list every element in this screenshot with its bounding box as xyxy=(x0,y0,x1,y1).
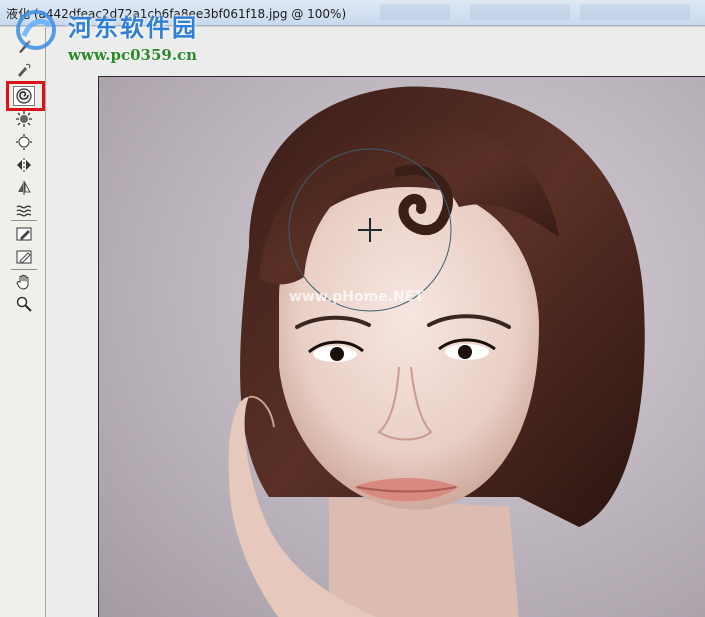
pucker-icon xyxy=(16,111,32,127)
watermark-brand: 河东软件园 xyxy=(68,13,198,42)
turbulence-icon xyxy=(16,205,32,217)
bloat-icon xyxy=(16,134,32,150)
toolbar-separator xyxy=(11,220,37,221)
watermark-url: www.pc0359.cn xyxy=(68,46,198,64)
thaw-mask-icon xyxy=(16,250,32,264)
zoom-icon xyxy=(16,296,32,312)
twirl-clockwise-tool[interactable] xyxy=(13,86,35,106)
thaw-mask-tool[interactable] xyxy=(13,247,35,267)
ghost-tab-1 xyxy=(380,4,450,20)
freeze-mask-tool[interactable] xyxy=(13,224,35,244)
pucker-tool[interactable] xyxy=(13,109,35,129)
bloat-tool[interactable] xyxy=(13,132,35,152)
freeze-mask-icon xyxy=(16,227,32,241)
push-left-tool[interactable] xyxy=(13,155,35,175)
ghost-tab-3 xyxy=(580,4,690,20)
photo-watermark: www.pHome.NET xyxy=(289,289,424,305)
zoom-tool[interactable] xyxy=(13,294,35,314)
mirror-icon xyxy=(18,181,31,195)
twirl-icon xyxy=(16,88,32,104)
site-logo-icon xyxy=(16,10,56,50)
toolbar-separator xyxy=(11,269,37,270)
push-left-icon xyxy=(17,158,31,172)
site-watermark: 河东软件园 www.pc0359.cn xyxy=(8,6,218,66)
turbulence-tool[interactable] xyxy=(13,201,35,221)
photo-canvas[interactable]: www.pHome.NET xyxy=(98,76,705,617)
ghost-tab-2 xyxy=(470,4,570,20)
portrait-photo xyxy=(228,86,645,617)
mirror-tool[interactable] xyxy=(13,178,35,198)
hand-icon xyxy=(16,274,29,290)
hand-tool[interactable] xyxy=(13,272,35,292)
